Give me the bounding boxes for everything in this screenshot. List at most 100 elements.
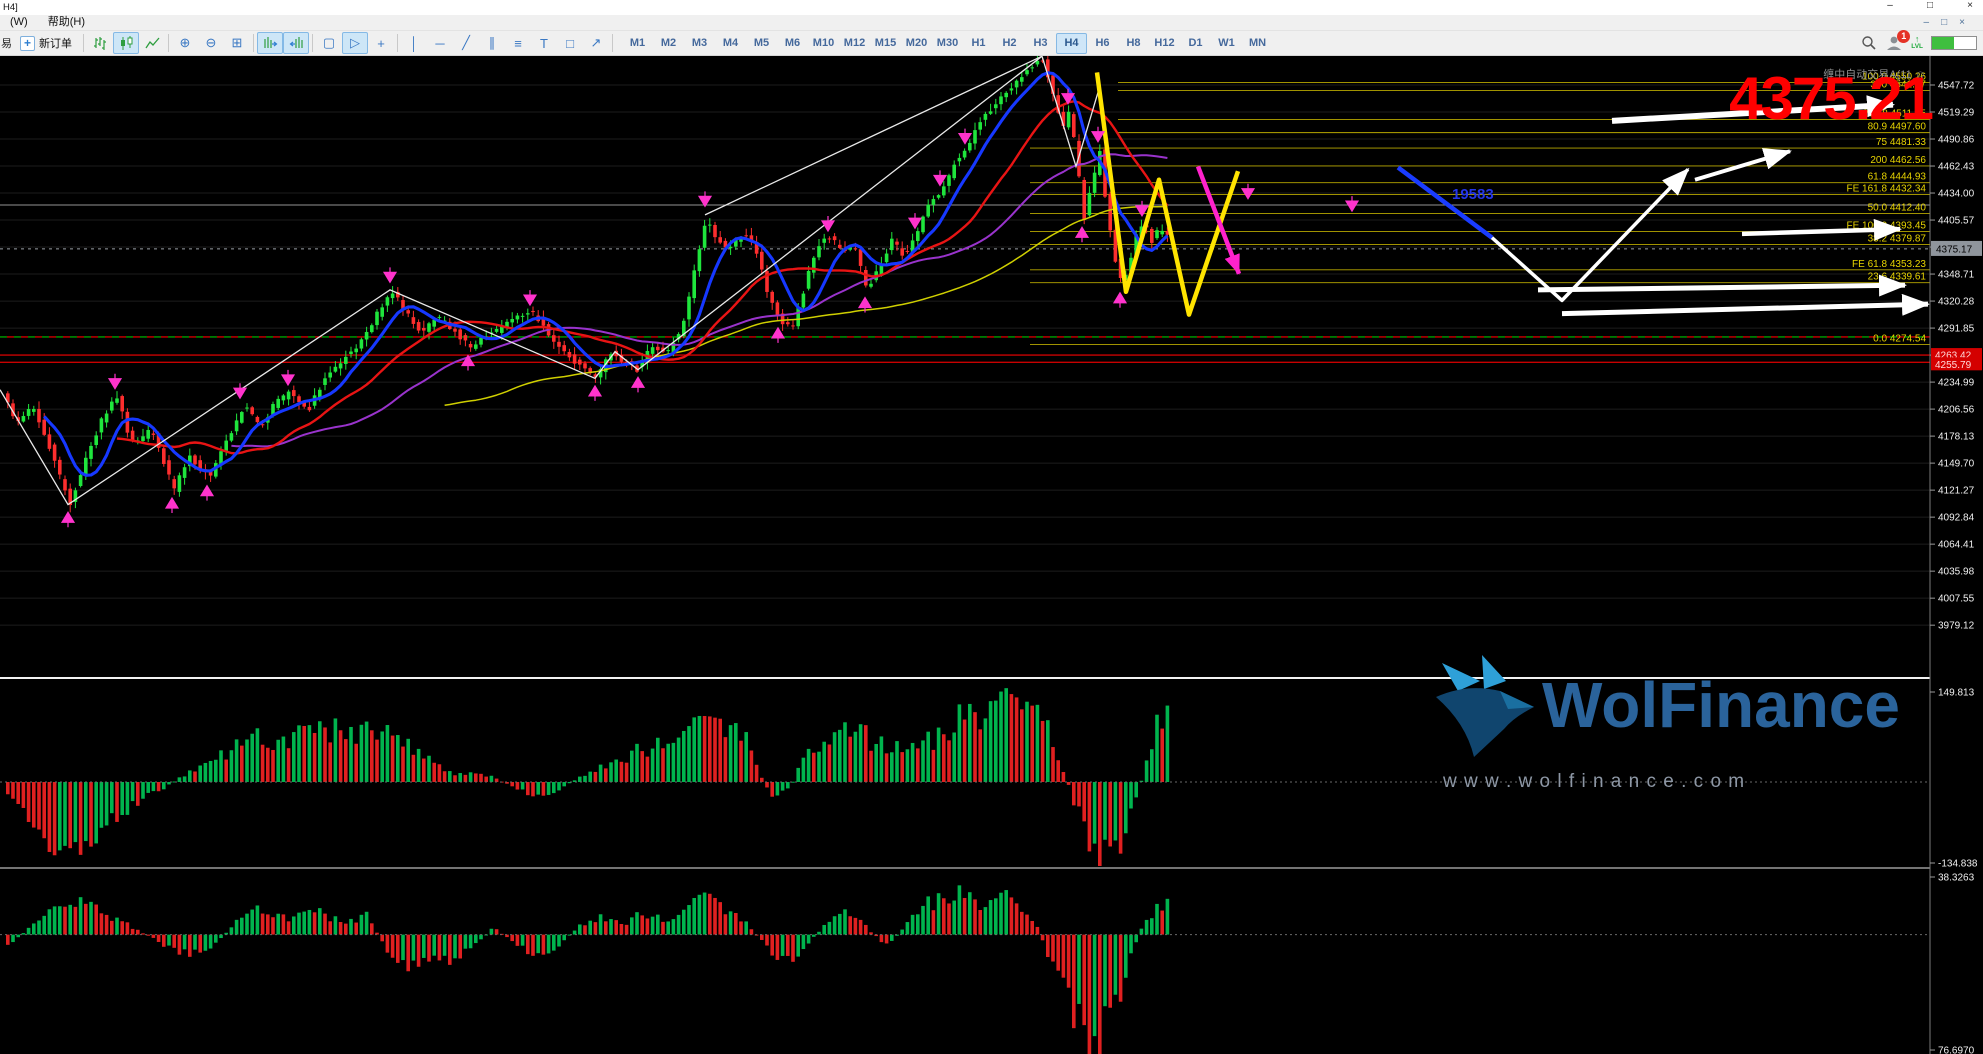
timeframe-M30[interactable]: M30 [932,33,963,54]
child-close-icon[interactable]: × [1959,15,1965,30]
svg-text:4490.86: 4490.86 [1938,135,1975,146]
chart-canvas[interactable]: 100.0 4550.26300 4541.97261.8 4511.4580.… [0,0,1983,1054]
notification-badge: 1 [1897,30,1910,43]
line-chart-icon[interactable] [139,32,165,54]
timeframe-H8[interactable]: H8 [1118,33,1149,54]
svg-text:4206.56: 4206.56 [1938,405,1975,416]
candlestick-chart-icon[interactable] [113,32,139,54]
equidistant-channel-icon[interactable]: ∥ [479,32,505,54]
timeframe-H1[interactable]: H1 [963,33,994,54]
svg-text:4434.00: 4434.00 [1938,189,1975,200]
timeframe-M15[interactable]: M15 [870,33,901,54]
svg-text:4547.72: 4547.72 [1938,81,1975,92]
svg-text:4149.70: 4149.70 [1938,459,1975,470]
wolf-logo-icon [1422,645,1547,770]
trendline-icon[interactable]: ╱ [453,32,479,54]
menu-item-window[interactable]: (W) [0,15,38,30]
child-minimize-icon[interactable]: – [1924,15,1930,30]
timeframe-W1[interactable]: W1 [1211,33,1242,54]
svg-text:4462.43: 4462.43 [1938,162,1975,173]
select-box-icon[interactable]: ▢ [316,32,342,54]
svg-text:3979.12: 3979.12 [1938,621,1975,632]
fibonacci-icon[interactable]: ≡ [505,32,531,54]
timeframe-D1[interactable]: D1 [1180,33,1211,54]
new-order-icon: + [20,36,35,51]
svg-text:4007.55: 4007.55 [1938,594,1975,605]
timeframe-MN[interactable]: MN [1242,33,1273,54]
timeframe-bar: M1M2M3M4M5M6M10M12M15M20M30H1H2H3H4H6H8H… [622,33,1273,54]
cursor-icon[interactable]: ▷ [342,32,368,54]
zoom-out-icon[interactable]: ⊖ [198,32,224,54]
vertical-line-icon[interactable]: │ [401,32,427,54]
timeframe-M4[interactable]: M4 [715,33,746,54]
timeframe-M5[interactable]: M5 [746,33,777,54]
timeframe-H12[interactable]: H12 [1149,33,1180,54]
shapes-icon[interactable]: □ [557,32,583,54]
svg-text:200 4462.56: 200 4462.56 [1870,155,1926,166]
svg-text:0.0 4274.54: 0.0 4274.54 [1873,334,1926,345]
timeframe-M20[interactable]: M20 [901,33,932,54]
svg-text:61.8 4444.93: 61.8 4444.93 [1868,172,1927,183]
minimize-icon[interactable]: – [1883,0,1897,11]
timeframe-M6[interactable]: M6 [777,33,808,54]
close-icon[interactable]: × [1963,0,1977,11]
menu-bar: (W)帮助(H) – □ × [0,15,1983,31]
child-restore-icon[interactable]: □ [1941,15,1947,30]
zoom-in-icon[interactable]: ⊕ [172,32,198,54]
svg-text:75 4481.33: 75 4481.33 [1876,137,1926,148]
timeframe-H3[interactable]: H3 [1025,33,1056,54]
auto-scroll-icon[interactable] [257,32,283,54]
svg-text:76.6970: 76.6970 [1938,1046,1975,1054]
window-title: H4] [3,2,18,13]
arrow-tool-icon[interactable]: ↗ [583,32,609,54]
svg-text:4178.13: 4178.13 [1938,432,1975,443]
timeframe-M2[interactable]: M2 [653,33,684,54]
svg-text:38.3263: 38.3263 [1938,873,1975,884]
restore-icon[interactable]: □ [1923,0,1937,11]
svg-text:-134.838: -134.838 [1938,859,1978,870]
watermark-url: w w w . w o l f i n a n c e . c o m [1443,771,1745,793]
bar-chart-icon[interactable] [87,32,113,54]
svg-text:50.0 4412.40: 50.0 4412.40 [1868,203,1927,214]
application-window: 100.0 4550.26300 4541.97261.8 4511.4580.… [0,0,1983,1054]
svg-text:4405.57: 4405.57 [1938,216,1975,227]
timeframe-H2[interactable]: H2 [994,33,1025,54]
connection-progress-bar [1931,36,1977,50]
timeframe-H4[interactable]: H4 [1056,33,1087,54]
blue-number-annotation: 19583 [1452,186,1494,203]
menu-item-help[interactable]: 帮助(H) [38,15,95,30]
level-indicator[interactable]: ↑ LVL [1911,35,1923,51]
timeframe-H6[interactable]: H6 [1087,33,1118,54]
chart-shift-icon[interactable] [283,32,309,54]
svg-text:4064.41: 4064.41 [1938,540,1975,551]
svg-text:4375.17: 4375.17 [1936,244,1973,255]
account-button[interactable]: 1 [1885,34,1903,52]
horizontal-line-icon[interactable]: ─ [427,32,453,54]
watermark-brand: WolFinance [1542,668,1900,742]
timeframe-M1[interactable]: M1 [622,33,653,54]
svg-text:38.2 4379.87: 38.2 4379.87 [1868,233,1927,244]
timeframe-M3[interactable]: M3 [684,33,715,54]
level-label: LVL [1911,44,1923,51]
svg-text:23.6 4339.61: 23.6 4339.61 [1868,272,1927,283]
svg-text:4291.85: 4291.85 [1938,324,1975,335]
window-titlebar: H4] – □ × [0,0,1983,15]
svg-text:149.813: 149.813 [1938,688,1975,699]
svg-text:4255.79: 4255.79 [1935,360,1972,371]
search-icon[interactable] [1861,35,1877,51]
svg-text:4035.98: 4035.98 [1938,567,1975,578]
toolbar: 易 + 新订单 ⊕⊖⊞▢▷+│─╱∥≡T□↗ M1M2M3M4M5M6M10M1… [0,31,1983,56]
timeframe-M12[interactable]: M12 [839,33,870,54]
tile-windows-icon[interactable]: ⊞ [224,32,250,54]
svg-text:4234.99: 4234.99 [1938,378,1975,389]
svg-text:4348.71: 4348.71 [1938,270,1975,281]
big-price-annotation: 4375.21 [1652,64,1932,133]
svg-text:4121.27: 4121.27 [1938,486,1975,497]
svg-text:FE 61.8 4353.23: FE 61.8 4353.23 [1852,259,1926,270]
new-order-button[interactable]: + 新订单 [16,35,80,51]
svg-text:4092.84: 4092.84 [1938,513,1975,524]
text-tool-icon[interactable]: T [531,32,557,54]
price-axis: 4547.724519.294490.864462.434434.004405.… [1930,55,1983,1054]
timeframe-M10[interactable]: M10 [808,33,839,54]
crosshair-icon[interactable]: + [368,32,394,54]
